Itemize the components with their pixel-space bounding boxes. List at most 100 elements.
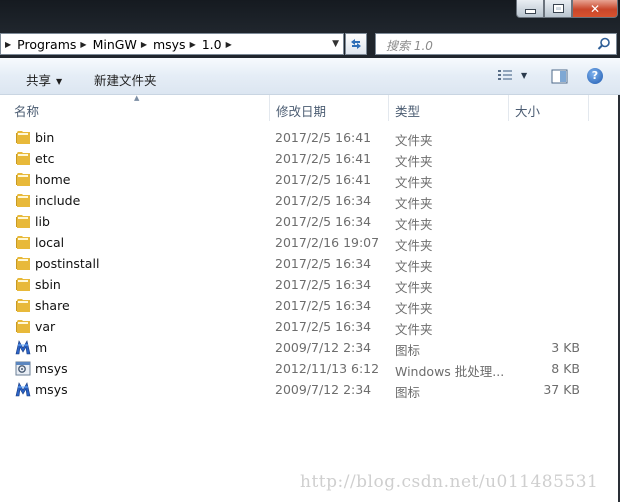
file-row[interactable]: home 2017/2/5 16:41 文件夹	[0, 169, 620, 190]
help-button[interactable]: ?	[587, 68, 603, 84]
file-name: bin	[35, 130, 55, 145]
file-row[interactable]: postinstall 2017/2/5 16:34 文件夹	[0, 253, 620, 274]
preview-pane-icon	[551, 69, 568, 84]
file-name: include	[35, 193, 81, 208]
batch-file-icon	[15, 361, 31, 376]
chevron-right-icon[interactable]: ▶	[141, 40, 147, 49]
column-divider[interactable]	[508, 95, 509, 121]
address-bar[interactable]: ▶ Programs ▶ MinGW ▶ msys ▶ 1.0 ▶ ▼	[0, 33, 344, 55]
column-divider[interactable]	[388, 95, 389, 121]
breadcrumb-1-0[interactable]: 1.0	[202, 37, 222, 52]
refresh-icon	[351, 39, 361, 49]
breadcrumb-programs[interactable]: Programs	[17, 37, 76, 52]
file-date: 2017/2/5 16:41	[275, 151, 372, 166]
window-controls: ✕	[516, 0, 618, 18]
file-date: 2017/2/5 16:41	[275, 130, 372, 145]
minimize-button[interactable]	[516, 0, 544, 18]
folder-icon	[15, 172, 31, 187]
file-type: 文件夹	[395, 196, 433, 211]
file-type: 图标	[395, 385, 421, 400]
msys-logo-icon	[15, 382, 31, 397]
file-row[interactable]: etc 2017/2/5 16:41 文件夹	[0, 148, 620, 169]
new-folder-button[interactable]: 新建文件夹	[94, 70, 157, 89]
file-type: 文件夹	[395, 280, 433, 295]
close-button[interactable]: ✕	[572, 0, 618, 18]
command-bar: 共享 ▼ 新建文件夹 ▼ ?	[0, 58, 620, 95]
column-size[interactable]: 大小	[515, 101, 540, 120]
maximize-button[interactable]	[544, 0, 572, 18]
file-type: 文件夹	[395, 322, 433, 337]
file-row[interactable]: m 2009/7/12 2:34 图标 3 KB	[0, 337, 620, 358]
folder-icon	[15, 130, 31, 145]
file-date: 2017/2/5 16:34	[275, 277, 372, 292]
chevron-down-icon: ▼	[56, 77, 63, 86]
file-type: 文件夹	[395, 217, 433, 232]
file-row[interactable]: lib 2017/2/5 16:34 文件夹	[0, 211, 620, 232]
file-row[interactable]: msys 2012/11/13 6:12 Windows 批处理... 8 KB	[0, 358, 620, 379]
minimize-icon	[524, 9, 536, 14]
chevron-down-icon: ▼	[521, 71, 528, 80]
file-type: 文件夹	[395, 175, 433, 190]
column-header: ▲ 名称 修改日期 类型 大小	[0, 94, 620, 121]
file-name: msys	[35, 361, 68, 376]
folder-icon	[15, 193, 31, 208]
column-date[interactable]: 修改日期	[276, 101, 326, 120]
change-view-button[interactable]: ▼	[497, 69, 527, 82]
file-row[interactable]: msys 2009/7/12 2:34 图标 37 KB	[0, 379, 620, 400]
preview-pane-button[interactable]	[551, 69, 568, 87]
breadcrumb-mingw[interactable]: MinGW	[93, 37, 137, 52]
column-type[interactable]: 类型	[395, 101, 420, 120]
title-bar: ✕	[0, 0, 620, 30]
folder-icon	[15, 214, 31, 229]
file-row[interactable]: share 2017/2/5 16:34 文件夹	[0, 295, 620, 316]
close-icon: ✕	[589, 1, 601, 16]
file-date: 2017/2/16 19:07	[275, 235, 380, 250]
file-type: 文件夹	[395, 154, 433, 169]
chevron-right-icon[interactable]: ▶	[190, 40, 196, 49]
file-type: 文件夹	[395, 238, 433, 253]
file-date: 2017/2/5 16:34	[275, 298, 372, 313]
column-name[interactable]: 名称	[14, 101, 39, 120]
file-name: local	[35, 235, 65, 250]
chevron-right-icon[interactable]: ▶	[226, 40, 232, 49]
file-row[interactable]: sbin 2017/2/5 16:34 文件夹	[0, 274, 620, 295]
help-icon: ?	[591, 69, 599, 82]
chevron-right-icon[interactable]: ▶	[80, 40, 86, 49]
column-divider[interactable]	[269, 95, 270, 121]
chevron-right-icon[interactable]: ▶	[5, 40, 11, 49]
folder-icon	[15, 151, 31, 166]
file-date: 2017/2/5 16:34	[275, 319, 372, 334]
sort-ascending-icon: ▲	[134, 94, 140, 102]
file-name: share	[35, 298, 70, 313]
file-row[interactable]: include 2017/2/5 16:34 文件夹	[0, 190, 620, 211]
file-row[interactable]: var 2017/2/5 16:34 文件夹	[0, 316, 620, 337]
file-row[interactable]: local 2017/2/16 19:07 文件夹	[0, 232, 620, 253]
column-divider[interactable]	[588, 95, 589, 121]
file-date: 2017/2/5 16:34	[275, 256, 372, 271]
file-type: 文件夹	[395, 301, 433, 316]
file-size: 8 KB	[551, 361, 580, 376]
search-input[interactable]: 搜索 1.0	[375, 33, 617, 55]
watermark: http://blog.csdn.net/u011485531	[300, 472, 599, 492]
file-date: 2009/7/12 2:34	[275, 382, 372, 397]
search-icon[interactable]	[597, 37, 611, 51]
breadcrumb-msys[interactable]: msys	[153, 37, 186, 52]
file-name: home	[35, 172, 71, 187]
file-type: 文件夹	[395, 259, 433, 274]
refresh-button[interactable]	[345, 33, 367, 55]
file-type: 文件夹	[395, 133, 433, 148]
file-date: 2009/7/12 2:34	[275, 340, 372, 355]
address-dropdown-icon[interactable]: ▼	[332, 39, 339, 49]
file-size: 37 KB	[543, 382, 580, 397]
file-date: 2017/2/5 16:34	[275, 214, 372, 229]
file-size: 3 KB	[551, 340, 580, 355]
file-name: m	[35, 340, 48, 355]
file-name: lib	[35, 214, 50, 229]
folder-icon	[15, 256, 31, 271]
file-name: var	[35, 319, 56, 334]
file-name: msys	[35, 382, 68, 397]
file-date: 2017/2/5 16:34	[275, 193, 372, 208]
file-name: etc	[35, 151, 55, 166]
share-button[interactable]: 共享 ▼	[26, 70, 62, 89]
file-row[interactable]: bin 2017/2/5 16:41 文件夹	[0, 127, 620, 148]
